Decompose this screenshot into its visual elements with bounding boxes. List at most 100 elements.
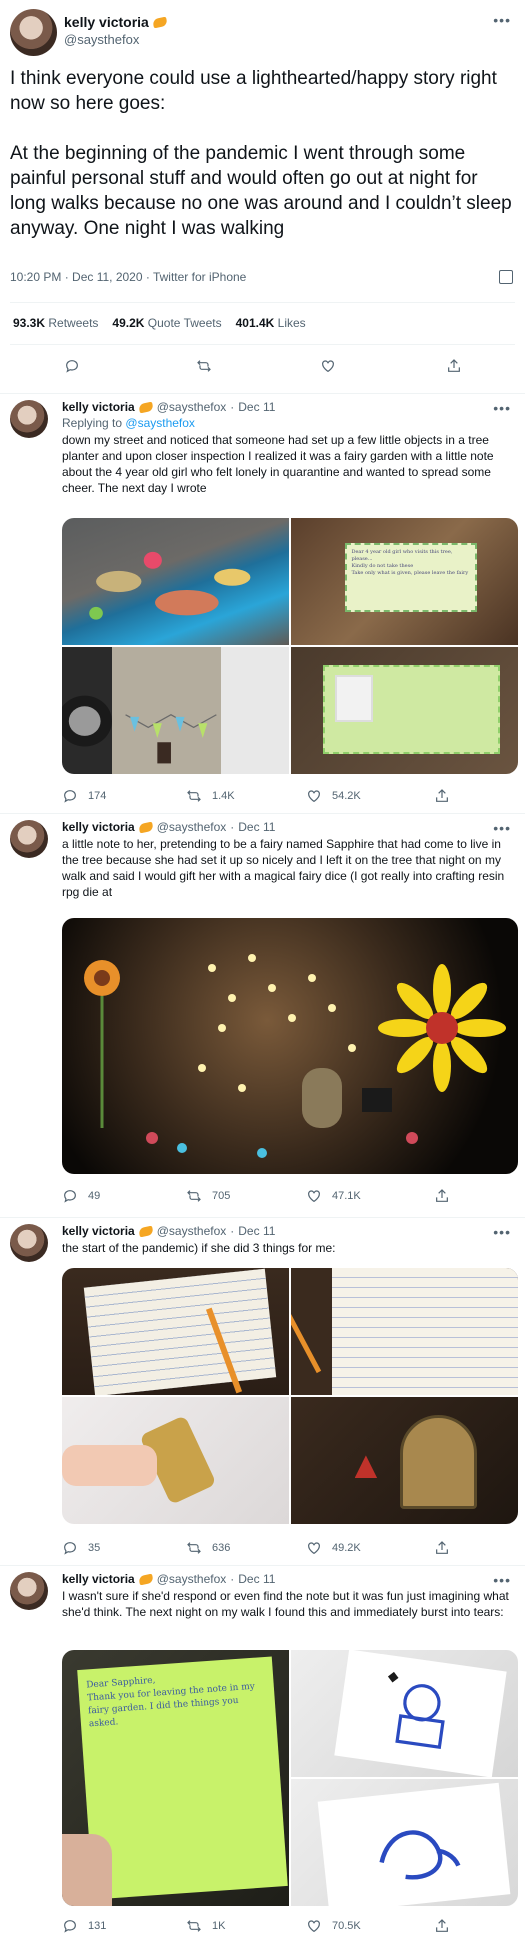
reply-button[interactable] (64, 358, 80, 374)
share-button[interactable] (434, 788, 450, 804)
tweet-date[interactable]: Dec 11 (238, 820, 275, 834)
retweet-count: 93.3K (13, 316, 46, 330)
retweet-button[interactable] (196, 358, 212, 374)
reply-button[interactable]: 35 (62, 1540, 100, 1556)
photo-tree-note[interactable]: Dear 4 year old girl who visits this tre… (291, 518, 518, 645)
retweet-button[interactable]: 1K (186, 1918, 225, 1934)
action-bar: 174 1.4K 54.2K (62, 788, 518, 806)
reply-icon (62, 1188, 78, 1204)
note-line: Kindly do not take these (351, 563, 414, 570)
retweet-count: 705 (212, 1190, 231, 1202)
reply-header: kelly victoria @saysthefox · Dec 11 (62, 400, 275, 414)
more-options-icon[interactable]: ••• (493, 12, 511, 28)
more-options-icon[interactable]: ••• (493, 820, 511, 836)
replying-prefix: Replying to (62, 416, 123, 430)
polaroid-photo (335, 675, 374, 722)
hand (62, 1834, 112, 1906)
reply-button[interactable]: 131 (62, 1918, 106, 1934)
photo-fairy-lights-tree[interactable] (62, 918, 518, 1174)
reply-tweet: kelly victoria @saysthefox · Dec 11 ••• … (0, 1566, 525, 1938)
gnome-hat (354, 1455, 378, 1479)
handle[interactable]: @saysthefox (157, 1572, 227, 1586)
retweet-count: 636 (212, 1542, 231, 1554)
handle[interactable]: @saysthefox (64, 32, 139, 47)
fox-emoji-icon (137, 1225, 154, 1237)
share-icon (434, 1188, 450, 1204)
reply-count: 49 (88, 1190, 101, 1202)
avatar[interactable] (10, 9, 57, 56)
reply-header: kelly victoria @saysthefox · Dec 11 (62, 1224, 275, 1238)
author-row: kelly victoria (64, 14, 168, 30)
like-button[interactable]: 54.2K (306, 788, 361, 804)
like-button[interactable]: 70.5K (306, 1918, 361, 1934)
like-count: 49.2K (332, 1542, 361, 1554)
tweet-text: I wasn't sure if she'd respond or even f… (62, 1589, 509, 1619)
photo-fairy-door[interactable] (291, 1397, 518, 1524)
avatar[interactable] (10, 1572, 48, 1610)
quotes-stat[interactable]: 49.2K Quote Tweets (112, 316, 221, 330)
share-icon (446, 358, 462, 374)
like-count: 54.2K (332, 790, 361, 802)
display-name[interactable]: kelly victoria (64, 14, 149, 30)
quote-count: 49.2K (112, 316, 145, 330)
photo-fairy-garden-stones[interactable] (62, 518, 289, 645)
photo-glitter-vial[interactable] (62, 1397, 289, 1524)
replying-to-link[interactable]: @saysthefox (125, 416, 195, 430)
more-options-icon[interactable]: ••• (493, 1224, 511, 1240)
retweet-button[interactable]: 636 (186, 1540, 230, 1556)
share-button[interactable] (434, 1918, 450, 1934)
retweet-icon (186, 1918, 202, 1934)
handle[interactable]: @saysthefox (157, 820, 227, 834)
photo-drawing-unicorn[interactable] (291, 1779, 518, 1906)
photo-reply-letter[interactable]: Dear Sapphire, Thank you for leaving the… (62, 1650, 289, 1906)
more-options-icon[interactable]: ••• (493, 1572, 511, 1588)
media-grid: Dear Sapphire, Thank you for leaving the… (62, 1650, 518, 1906)
photo-drawing-cow[interactable] (291, 1650, 518, 1777)
retweet-button[interactable]: 705 (186, 1188, 230, 1204)
reply-icon (62, 788, 78, 804)
retweet-button[interactable]: 1.4K (186, 788, 235, 804)
blue-drawing (387, 1672, 445, 1750)
display-name[interactable]: kelly victoria (62, 1572, 135, 1586)
drawing-paper (334, 1650, 507, 1777)
tweet-date[interactable]: Dec 11 (238, 400, 275, 414)
more-options-icon[interactable]: ••• (493, 400, 511, 416)
like-button[interactable] (320, 358, 336, 374)
reply-icon (62, 1540, 78, 1556)
retweet-icon (186, 1540, 202, 1556)
photo-tree-bunting[interactable] (62, 647, 289, 774)
avatar[interactable] (10, 820, 48, 858)
analytics-icon[interactable] (499, 270, 513, 284)
handle[interactable]: @saysthefox (157, 1224, 227, 1238)
reply-button[interactable]: 174 (62, 788, 106, 804)
photo-sign-note[interactable] (291, 647, 518, 774)
reply-tweet: kelly victoria @saysthefox · Dec 11 ••• … (0, 814, 525, 1218)
display-name[interactable]: kelly victoria (62, 400, 135, 414)
like-button[interactable]: 49.2K (306, 1540, 361, 1556)
display-name[interactable]: kelly victoria (62, 820, 135, 834)
quotes-label: Quote Tweets (147, 316, 222, 330)
share-button[interactable] (434, 1188, 450, 1204)
tweet-date[interactable]: Dec 11 (238, 1224, 275, 1238)
reply-count: 131 (88, 1920, 107, 1932)
letter-paper (84, 1268, 277, 1395)
tweet-date[interactable]: Dec 11 (238, 1572, 275, 1586)
display-name[interactable]: kelly victoria (62, 1224, 135, 1238)
photo-letter-closeup[interactable] (291, 1268, 518, 1395)
share-button[interactable] (446, 358, 462, 374)
avatar[interactable] (10, 400, 48, 438)
heart-icon (306, 1918, 322, 1934)
retweet-icon (186, 1188, 202, 1204)
avatar[interactable] (10, 1224, 48, 1262)
separator-dot: · (230, 1572, 235, 1586)
share-icon (434, 1918, 450, 1934)
like-button[interactable]: 47.1K (306, 1188, 361, 1204)
retweets-stat[interactable]: 93.3K Retweets (13, 316, 98, 330)
reply-icon (64, 358, 80, 374)
photo-handwritten-letter[interactable] (62, 1268, 289, 1395)
pencil (291, 1309, 322, 1374)
reply-button[interactable]: 49 (62, 1188, 100, 1204)
likes-stat[interactable]: 401.4K Likes (236, 316, 306, 330)
share-button[interactable] (434, 1540, 450, 1556)
handle[interactable]: @saysthefox (157, 400, 227, 414)
